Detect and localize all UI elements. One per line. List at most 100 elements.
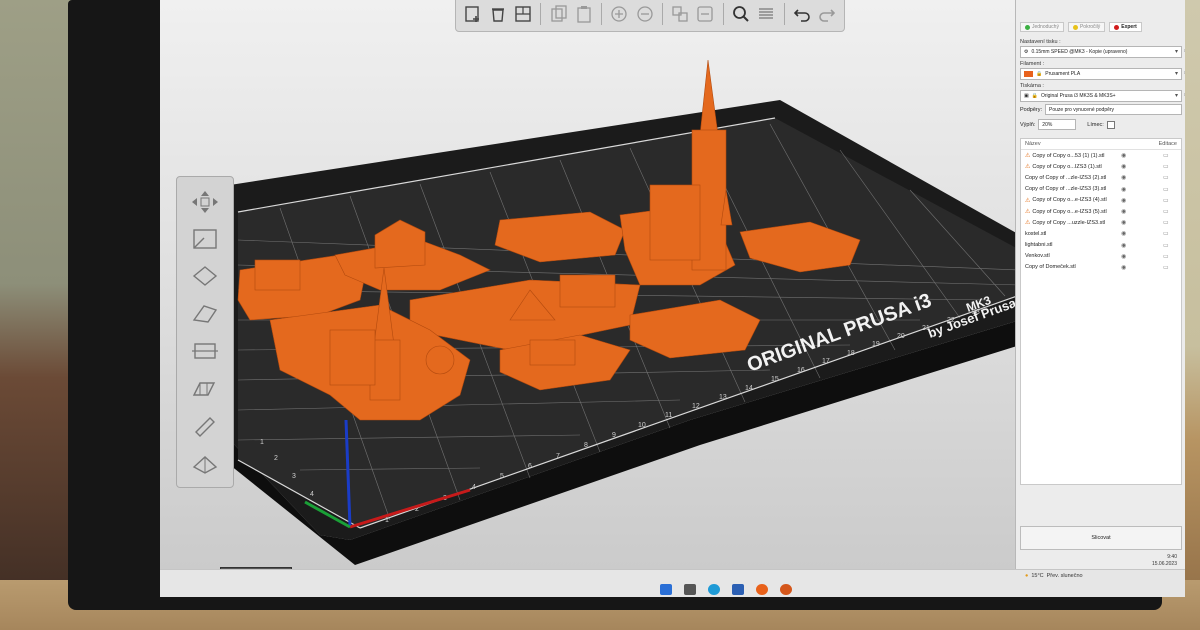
system-clock[interactable]: 9:40 15.06.2023: [1152, 554, 1177, 568]
brim-checkbox[interactable]: [1106, 120, 1115, 129]
firefox-icon[interactable]: [780, 584, 792, 595]
top-toolbar: [455, 0, 845, 32]
object-list-item[interactable]: Copy of Copy of ...zle-IZS3 (3).stl ◉ ▭: [1021, 184, 1181, 195]
tab-advanced-mode[interactable]: Pokročilý: [1067, 22, 1106, 32]
svg-text:9: 9: [612, 432, 616, 439]
object-list-item[interactable]: ⚠ Copy of Copy o...e-IZS3 (4).stl ◉ ▭: [1021, 195, 1181, 206]
edit-icon[interactable]: ▭: [1163, 208, 1169, 215]
svg-text:8: 8: [584, 442, 588, 449]
store-icon[interactable]: [732, 584, 744, 595]
print-settings-label: Nastavení tisku :: [1020, 39, 1061, 45]
tab-expert-mode[interactable]: Expert: [1109, 22, 1142, 32]
eye-icon[interactable]: ◉: [1121, 208, 1126, 215]
copy-icon[interactable]: [548, 3, 569, 25]
layers-icon[interactable]: [756, 3, 777, 25]
eye-icon[interactable]: ◉: [1121, 186, 1126, 193]
gear-icon[interactable]: ⚙: [1184, 91, 1185, 99]
seam-painting-icon[interactable]: [187, 410, 223, 440]
object-list-item[interactable]: ⚠ Copy of Copy o...53 (1) (1).stl ◉ ▭: [1021, 150, 1181, 161]
model-church-nave-2: [329, 329, 376, 386]
edit-icon[interactable]: ▭: [1163, 174, 1169, 181]
printer-combo[interactable]: ▣ 🔒 Original Prusa i3 MK3S & MK3S+ ▾ ⚙: [1020, 90, 1185, 102]
svg-text:14: 14: [745, 385, 753, 392]
remove-instance-icon[interactable]: [634, 3, 655, 25]
model-house-1: [254, 259, 301, 291]
firefox-icon[interactable]: [756, 584, 768, 595]
edit-icon[interactable]: ▭: [1163, 186, 1169, 193]
toolbar-separator: [783, 3, 785, 25]
eye-icon[interactable]: ◉: [1121, 264, 1126, 271]
undo-icon[interactable]: [792, 3, 813, 25]
3d-viewport[interactable]: 123 456 789 101112 131415 161718 192021 …: [160, 0, 1015, 597]
app-icon[interactable]: [684, 584, 696, 595]
edit-icon[interactable]: ▭: [1163, 163, 1169, 170]
object-list-item[interactable]: Venkov.stl ◉ ▭: [1021, 251, 1181, 262]
gear-icon[interactable]: ⚙: [1184, 69, 1185, 77]
edge-icon[interactable]: [708, 584, 720, 595]
add-icon[interactable]: [462, 3, 483, 25]
object-name: Copy of Copy o...e-IZS3 (5).stl: [1032, 208, 1107, 215]
infill-combo[interactable]: 20%: [1038, 119, 1077, 130]
svg-text:1: 1: [385, 517, 389, 524]
svg-text:20: 20: [897, 333, 905, 340]
object-list-item[interactable]: Copy of Copy of ...zle-IZS3 (2).stl ◉ ▭: [1021, 172, 1181, 183]
rotate-icon[interactable]: [187, 261, 223, 291]
edit-icon[interactable]: ▭: [1163, 230, 1169, 237]
object-list-item[interactable]: lightabni.stl ◉ ▭: [1021, 240, 1181, 251]
object-list-item[interactable]: ⚠ Copy of Copy o...e-IZS3 (5).stl ◉ ▭: [1021, 206, 1181, 217]
search-icon[interactable]: [731, 3, 752, 25]
eye-icon[interactable]: ◉: [1121, 163, 1126, 170]
lock-icon: 🔒: [1031, 93, 1038, 99]
tab-simple-mode[interactable]: Jednoduchý: [1020, 22, 1064, 32]
scale-icon[interactable]: [187, 224, 223, 254]
eye-icon[interactable]: ◉: [1121, 174, 1126, 181]
eye-icon[interactable]: ◉: [1121, 253, 1126, 260]
print-settings-combo[interactable]: ⚙ 0.15mm SPEED @MK3 - Kopie (upraveno) ▾…: [1020, 46, 1185, 58]
print-bed-scene[interactable]: 123 456 789 101112 131415 161718 192021 …: [160, 0, 1015, 597]
move-icon[interactable]: [187, 187, 223, 217]
model-house-4: [529, 339, 576, 366]
object-name: Copy of Domeček.stl: [1025, 264, 1076, 271]
start-icon[interactable]: [660, 584, 672, 595]
edit-icon[interactable]: ▭: [1163, 197, 1169, 204]
monitor-bezel: 123 456 789 101112 131415 161718 192021 …: [68, 0, 1185, 610]
object-list-item[interactable]: kostel.stl ◉ ▭: [1021, 228, 1181, 239]
edit-icon[interactable]: ▭: [1163, 253, 1169, 260]
weather-widget[interactable]: ● 15°C Přev. slunečno: [1025, 570, 1083, 582]
model-church-spire-1: [699, 59, 719, 136]
simple-mode-dot: [1025, 24, 1030, 30]
svg-text:11: 11: [665, 412, 672, 419]
object-list-header: Název Editace: [1021, 139, 1181, 150]
paint-supports-icon[interactable]: [187, 373, 223, 403]
eye-icon[interactable]: ◉: [1121, 242, 1126, 249]
toolbar-separator: [662, 3, 663, 25]
delete-icon[interactable]: [487, 3, 508, 25]
add-instance-icon[interactable]: [609, 3, 630, 25]
eye-icon[interactable]: ◉: [1121, 219, 1126, 226]
object-list-item[interactable]: ⚠ Copy of Copy ...uzzle-IZS3.stl ◉ ▭: [1021, 217, 1181, 228]
redo-icon[interactable]: [817, 3, 838, 25]
filament-combo[interactable]: 🔒 Prusament PLA ▾ ⚙: [1020, 68, 1185, 80]
edit-icon[interactable]: ▭: [1163, 219, 1169, 226]
slice-button[interactable]: Slicovat: [1020, 526, 1182, 550]
infill-value: 20%: [1042, 121, 1053, 128]
object-list-item[interactable]: Copy of Domeček.stl ◉ ▭: [1021, 262, 1181, 273]
variable-layer-icon[interactable]: [187, 447, 223, 477]
place-on-face-icon[interactable]: [187, 298, 223, 328]
paste-icon[interactable]: [573, 3, 594, 25]
cut-icon[interactable]: [187, 336, 223, 366]
edit-icon[interactable]: ▭: [1163, 242, 1169, 249]
split-parts-icon[interactable]: [695, 3, 716, 25]
filament-color-swatch[interactable]: [1024, 71, 1033, 77]
split-objects-icon[interactable]: [670, 3, 691, 25]
eye-icon[interactable]: ◉: [1121, 152, 1126, 159]
arrange-icon[interactable]: [512, 3, 533, 25]
object-list-item[interactable]: ⚠ Copy of Copy o...IZS3 (1).stl ◉ ▭: [1021, 161, 1181, 172]
eye-icon[interactable]: ◉: [1121, 230, 1126, 237]
edit-icon[interactable]: ▭: [1163, 152, 1169, 159]
eye-icon[interactable]: ◉: [1121, 197, 1126, 204]
edit-icon[interactable]: ▭: [1163, 264, 1169, 271]
gear-icon[interactable]: ⚙: [1184, 47, 1185, 55]
supports-combo[interactable]: Pouze pro vynucené podpěry: [1045, 104, 1182, 115]
object-name: Copy of Copy o...e-IZS3 (4).stl: [1032, 197, 1107, 204]
